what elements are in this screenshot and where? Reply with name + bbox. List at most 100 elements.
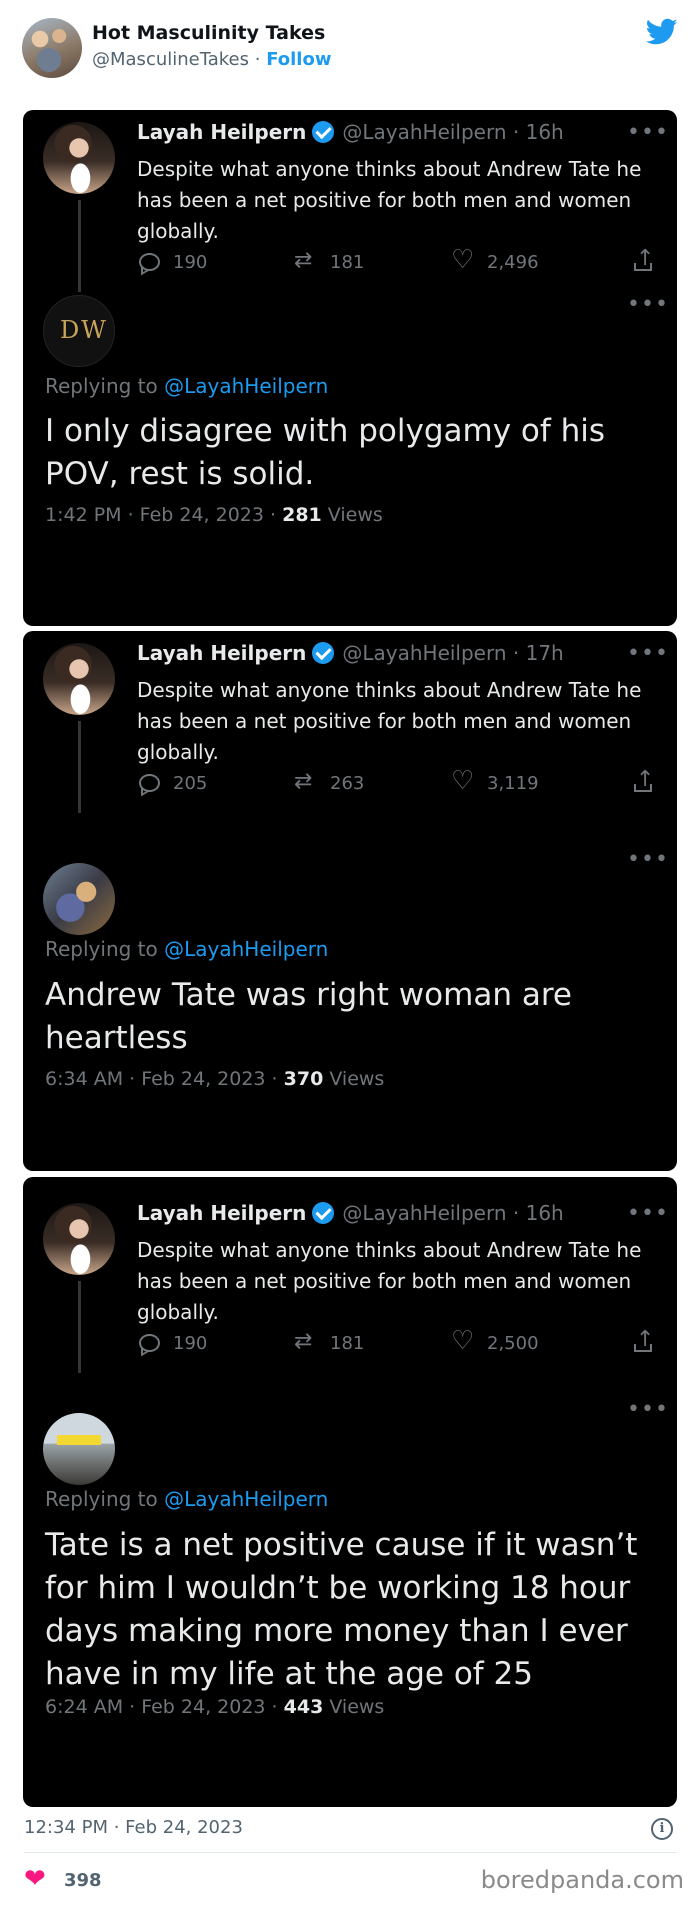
watermark-brand: boredpanda.com: [480, 1866, 684, 1894]
reply-views-count: 443: [283, 1696, 324, 1718]
quoted-author-line: Layah Heilpern @LayahHeilpern · 16h: [137, 1201, 564, 1225]
reply-author-avatar[interactable]: DW: [43, 295, 115, 367]
replying-to-link[interactable]: @LayahHeilpern: [164, 1487, 328, 1511]
footer-divider: [24, 1852, 676, 1853]
more-options-icon[interactable]: •••: [627, 1203, 669, 1225]
replying-to-prefix: Replying to: [45, 374, 165, 398]
quoted-author-handle[interactable]: @LayahHeilpern · 17h: [342, 641, 563, 665]
quoted-tweet-text: Despite what anyone thinks about Andrew …: [137, 157, 642, 243]
reply-author-avatar[interactable]: [43, 1413, 115, 1485]
reply-views-label: Views: [323, 1068, 385, 1090]
car-sign-graphic: [57, 1435, 101, 1445]
account-handle-line: @MasculineTakes · Follow: [92, 49, 331, 70]
reply-icon: [137, 251, 161, 273]
like-count[interactable]: 398: [64, 1870, 102, 1891]
reply-count: 190: [173, 251, 208, 273]
thread-line: [78, 1281, 81, 1373]
reply-icon: [137, 772, 161, 794]
retweet-icon: [294, 769, 318, 794]
quoted-author-line: Layah Heilpern @LayahHeilpern · 17h: [137, 641, 564, 665]
reply-meta: 1:42 PM · Feb 24, 2023 · 281 Views: [45, 504, 383, 526]
replying-to-line: Replying to @LayahHeilpern: [45, 374, 328, 398]
info-icon[interactable]: i: [651, 1818, 673, 1840]
quoted-author-avatar[interactable]: [43, 122, 115, 194]
quoted-tweet-actions: 190 181 2,496: [137, 245, 657, 279]
screenshot-panel-1: Layah Heilpern @LayahHeilpern · 16h ••• D…: [23, 110, 677, 626]
quoted-author-name[interactable]: Layah Heilpern: [137, 1201, 306, 1225]
quoted-author-handle[interactable]: @LayahHeilpern · 16h: [342, 1201, 563, 1225]
more-options-icon[interactable]: •••: [627, 294, 669, 316]
quoted-author-line: Layah Heilpern @LayahHeilpern · 16h: [137, 120, 564, 144]
reply-tweet-text: Andrew Tate was right woman are heartles…: [45, 977, 572, 1056]
more-options-icon[interactable]: •••: [627, 1399, 669, 1421]
like-action[interactable]: 2,496: [451, 245, 539, 275]
retweet-action[interactable]: 263: [294, 769, 365, 794]
replying-to-line: Replying to @LayahHeilpern: [45, 1487, 328, 1511]
account-avatar[interactable]: [22, 18, 82, 78]
reply-views-count: 281: [282, 504, 322, 526]
reply-timestamp[interactable]: 6:24 AM · Feb 24, 2023 ·: [45, 1696, 284, 1718]
retweet-action[interactable]: 181: [294, 248, 365, 273]
quoted-author-avatar[interactable]: [43, 643, 115, 715]
tweet-timestamp[interactable]: 12:34 PM · Feb 24, 2023: [24, 1817, 243, 1838]
share-icon: [631, 1327, 655, 1354]
verified-badge-icon: [312, 642, 335, 664]
dw-logo: DW: [60, 316, 108, 344]
heart-icon: [451, 245, 475, 275]
twitter-bird-icon[interactable]: [646, 18, 678, 46]
replying-to-prefix: Replying to: [45, 937, 165, 961]
screenshot-panel-3: Layah Heilpern @LayahHeilpern · 16h ••• D…: [23, 1177, 677, 1807]
screenshot-panel-2: Layah Heilpern @LayahHeilpern · 17h ••• D…: [23, 631, 677, 1171]
reply-action[interactable]: 190: [137, 1332, 207, 1354]
like-action[interactable]: 3,119: [451, 766, 539, 796]
follow-button[interactable]: Follow: [266, 49, 331, 70]
replying-to-link[interactable]: @LayahHeilpern: [164, 374, 328, 398]
reply-views-count: 370: [283, 1068, 324, 1090]
quoted-tweet-actions: 190 181 2,500: [137, 1326, 657, 1360]
reply-action[interactable]: 205: [137, 772, 207, 794]
replying-to-prefix: Replying to: [45, 1487, 165, 1511]
account-handle[interactable]: @MasculineTakes: [92, 49, 249, 70]
quoted-tweet-text: Despite what anyone thinks about Andrew …: [137, 678, 642, 764]
reply-meta: 6:34 AM · Feb 24, 2023 · 370 Views: [45, 1068, 384, 1090]
share-action[interactable]: [631, 767, 655, 794]
reply-meta: 6:24 AM · Feb 24, 2023 · 443 Views: [45, 1696, 384, 1718]
quoted-author-name[interactable]: Layah Heilpern: [137, 120, 306, 144]
like-count: 2,500: [487, 1332, 539, 1354]
share-action[interactable]: [631, 1327, 655, 1354]
verified-badge-icon: [312, 121, 335, 143]
retweet-count: 181: [330, 251, 365, 273]
quoted-author-name[interactable]: Layah Heilpern: [137, 641, 306, 665]
handle-separator: ·: [249, 49, 267, 70]
reply-timestamp[interactable]: 6:34 AM · Feb 24, 2023 ·: [45, 1068, 284, 1090]
quoted-tweet-text: Despite what anyone thinks about Andrew …: [137, 1238, 642, 1324]
like-action[interactable]: 2,500: [451, 1326, 539, 1356]
heart-icon: [451, 766, 475, 796]
reply-author-avatar[interactable]: [43, 863, 115, 935]
share-action[interactable]: [631, 246, 655, 273]
reply-timestamp[interactable]: 1:42 PM · Feb 24, 2023 ·: [45, 504, 282, 526]
retweet-icon: [294, 248, 318, 273]
like-count: 3,119: [487, 772, 539, 794]
reply-count: 205: [173, 772, 208, 794]
reply-icon: [137, 1332, 161, 1354]
more-options-icon[interactable]: •••: [627, 643, 669, 665]
reply-action[interactable]: 190: [137, 251, 207, 273]
replying-to-line: Replying to @LayahHeilpern: [45, 937, 328, 961]
reply-count: 190: [173, 1332, 208, 1354]
thread-line: [78, 200, 81, 292]
reply-views-label: Views: [321, 504, 383, 526]
quoted-author-avatar[interactable]: [43, 1203, 115, 1275]
share-icon: [631, 767, 655, 794]
replying-to-link[interactable]: @LayahHeilpern: [164, 937, 328, 961]
heart-icon[interactable]: ❤: [24, 1866, 46, 1892]
account-name[interactable]: Hot Masculinity Takes: [92, 22, 325, 44]
tweet-embed: Hot Masculinity Takes @MasculineTakes · …: [0, 0, 700, 1908]
retweet-action[interactable]: 181: [294, 1329, 364, 1354]
more-options-icon[interactable]: •••: [627, 122, 669, 144]
more-options-icon[interactable]: •••: [627, 849, 669, 871]
share-icon: [631, 246, 655, 273]
like-count: 2,496: [487, 251, 539, 273]
quoted-author-handle[interactable]: @LayahHeilpern · 16h: [342, 120, 563, 144]
retweet-count: 263: [330, 772, 365, 794]
